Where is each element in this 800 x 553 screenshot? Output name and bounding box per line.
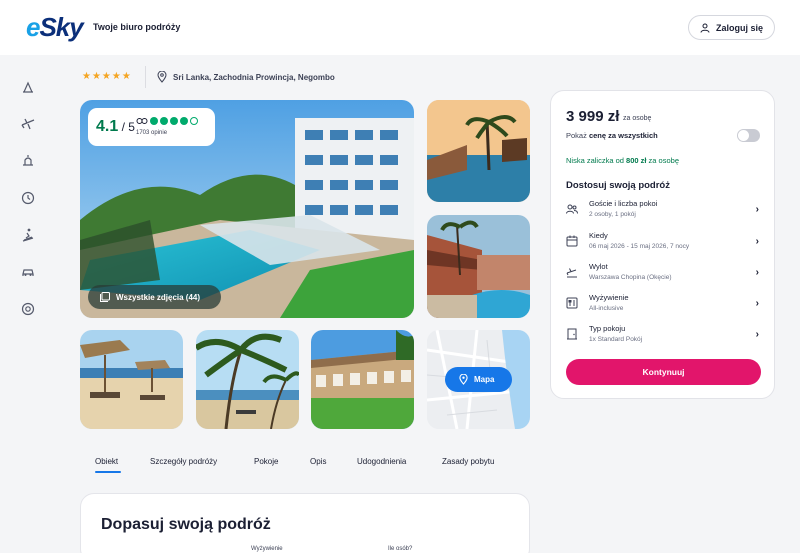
- beach-umbrellas-image: [80, 330, 183, 429]
- rating-card[interactable]: 4.1 / 5 1703 opinie: [88, 108, 215, 146]
- continue-button[interactable]: Kontynuuj: [566, 359, 761, 385]
- map-pin-icon: [459, 374, 468, 385]
- room-icon: [567, 328, 577, 340]
- beach-icon[interactable]: [20, 79, 36, 95]
- option-meals[interactable]: Wyżywienie All-inclusive ›: [566, 293, 761, 317]
- option-title: Wylot: [589, 262, 608, 271]
- last-minute-icon[interactable]: [20, 153, 36, 169]
- divider: [145, 66, 146, 88]
- option-dates[interactable]: Kiedy 06 maj 2026 - 15 maj 2026, 7 nocy …: [566, 231, 761, 255]
- rating-dot: [170, 117, 178, 125]
- meal-field-label: Wyżywienie: [251, 546, 283, 552]
- option-title: Kiedy: [589, 231, 608, 240]
- option-title: Wyżywienie: [589, 293, 629, 302]
- photo-building-lawn[interactable]: [311, 330, 414, 429]
- option-room-type[interactable]: Typ pokoju 1x Standard Pokój ›: [566, 324, 761, 348]
- tab-obiekt[interactable]: Obiekt: [95, 457, 118, 466]
- login-label: Zaloguj się: [715, 22, 763, 33]
- photo-beach-sunset[interactable]: [427, 100, 530, 202]
- tab-opis[interactable]: Opis: [310, 457, 326, 466]
- chevron-right-icon: ›: [755, 204, 759, 215]
- sunset-pool-image: [427, 100, 530, 202]
- price-toggle-label: Pokaż cenę za wszystkich: [566, 131, 658, 140]
- palm-beach-image: [196, 330, 299, 429]
- total-price-toggle[interactable]: [737, 129, 760, 142]
- option-departure[interactable]: Wylot Warszawa Chopina (Okęcie) ›: [566, 262, 761, 286]
- option-value: 1x Standard Pokój: [589, 336, 643, 343]
- gallery-icon: [100, 292, 110, 302]
- option-value: Warszawa Chopina (Okęcie): [589, 274, 672, 281]
- car-icon[interactable]: [20, 264, 36, 280]
- adjust-trip-title: Dopasuj swoją podróż: [101, 516, 271, 533]
- rating-dot: [160, 117, 168, 125]
- option-guests[interactable]: Goście i liczba pokoi 2 osoby, 1 pokój ›: [566, 199, 761, 223]
- photo-beach-umbrellas[interactable]: [80, 330, 183, 429]
- chevron-right-icon: ›: [755, 267, 759, 278]
- active-tab-indicator: [95, 471, 121, 473]
- deposit-info: Niska zaliczka od 800 zł za osobę: [566, 156, 679, 165]
- tab-szczegoly-podrozy[interactable]: Szczegóły podróży: [150, 457, 217, 466]
- tripadvisor-dots: [136, 117, 198, 125]
- tab-udogodnienia[interactable]: Udogodnienia: [357, 457, 406, 466]
- price-per-person: za osobę: [623, 115, 652, 122]
- top-bar: eSky Twoje biuro podróży Zaloguj się: [0, 0, 800, 55]
- section-tabs: Obiekt Szczegóły podróży Pokoje Opis Udo…: [80, 455, 530, 475]
- plane-icon[interactable]: [20, 116, 36, 132]
- rating-dot: [150, 117, 158, 125]
- rating-dot-empty: [190, 117, 198, 125]
- meal-icon: [566, 297, 578, 309]
- all-photos-button[interactable]: Wszystkie zdjęcia (44): [88, 285, 221, 309]
- guests-icon: [566, 204, 578, 214]
- chevron-right-icon: ›: [755, 298, 759, 309]
- restaurant-pool-image: [427, 215, 530, 318]
- option-title: Goście i liczba pokoi: [589, 199, 658, 208]
- sidebar: [0, 55, 56, 553]
- price: 3 999 zł: [566, 108, 620, 125]
- tab-zasady-pobytu[interactable]: Zasady pobytu: [442, 457, 494, 466]
- hotel-location: Sri Lanka, Zachodnia Prowincja, Negombo: [157, 71, 335, 83]
- tripadvisor-owl-icon: [136, 118, 148, 124]
- photo-restaurant[interactable]: [427, 215, 530, 318]
- rating-dot: [180, 117, 188, 125]
- adjust-trip-card: Dopasuj swoją podróż Wyżywienie Ile osób…: [80, 493, 530, 553]
- option-value: 06 maj 2026 - 15 maj 2026, 7 nocy: [589, 243, 690, 250]
- photo-palm-beach[interactable]: [196, 330, 299, 429]
- chevron-right-icon: ›: [755, 236, 759, 247]
- map-label: Mapa: [474, 375, 495, 384]
- clock-icon[interactable]: [20, 190, 36, 206]
- tagline: Twoje biuro podróży: [93, 22, 181, 32]
- option-title: Typ pokoju: [589, 324, 626, 333]
- reviews-count: 1703 opinie: [136, 130, 168, 136]
- option-value: All-inclusive: [589, 305, 624, 312]
- guests-field-label: Ile osób?: [388, 546, 413, 552]
- map-button[interactable]: Mapa: [445, 367, 512, 392]
- booking-panel: 3 999 zł za osobę Pokaż cenę za wszystki…: [550, 90, 775, 399]
- option-value: 2 osoby, 1 pokój: [589, 211, 636, 218]
- chevron-right-icon: ›: [755, 329, 759, 340]
- ski-icon[interactable]: [20, 227, 36, 243]
- hotel-stars: ★★★★★: [82, 71, 132, 82]
- all-photos-label: Wszystkie zdjęcia (44): [116, 292, 201, 302]
- calendar-icon: [566, 235, 578, 247]
- rating-score: 4.1 / 5: [96, 118, 135, 135]
- login-button[interactable]: Zaloguj się: [688, 15, 775, 40]
- user-icon: [700, 23, 710, 33]
- location-text: Sri Lanka, Zachodnia Prowincja, Negombo: [173, 72, 335, 82]
- support-icon[interactable]: [20, 301, 36, 317]
- location-pin-icon: [157, 71, 167, 83]
- departure-icon: [566, 268, 577, 278]
- esky-logo[interactable]: eSky: [26, 12, 84, 43]
- tab-pokoje[interactable]: Pokoje: [254, 457, 278, 466]
- customize-title: Dostosuj swoją podróż: [566, 180, 670, 191]
- building-lawn-image: [311, 330, 414, 429]
